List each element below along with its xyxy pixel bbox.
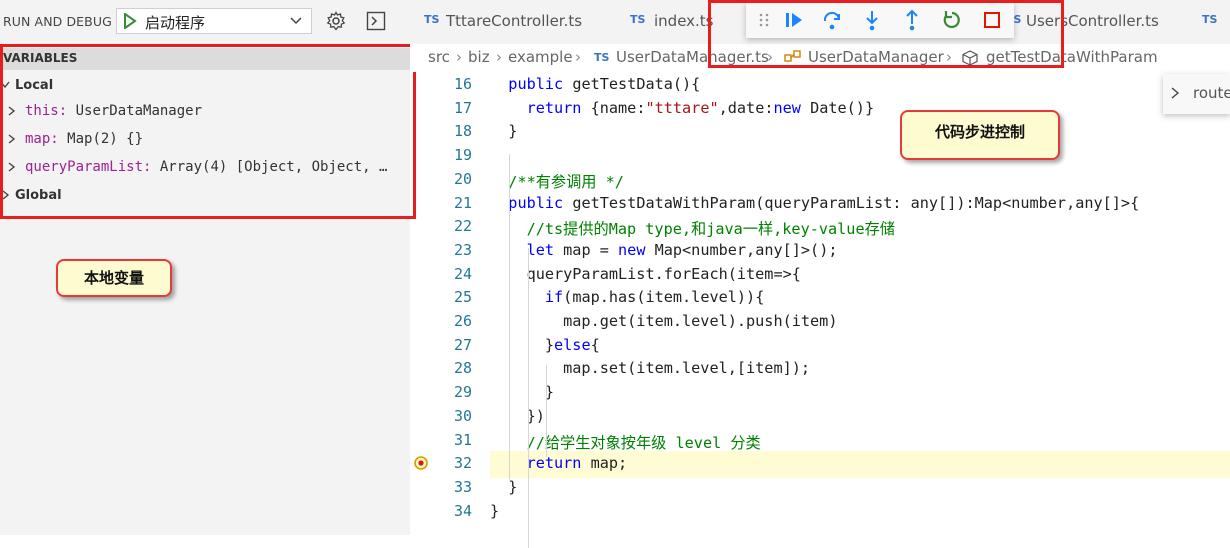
launch-config-select[interactable]: 启动程序 [116, 8, 312, 34]
line-number[interactable]: 16 [432, 75, 472, 93]
annotation-step-control: 代码步进控制 [900, 110, 1060, 160]
line-number[interactable]: 34 [432, 502, 472, 520]
code-line[interactable]: } [490, 499, 1230, 526]
code-line[interactable]: }) [490, 404, 1230, 431]
debug-title: RUN AND DEBUG [3, 14, 112, 29]
code-line[interactable]: queryParamList.forEach(item=>{ [490, 262, 1230, 289]
code-line[interactable]: map.set(item.level,[item]); [490, 356, 1230, 383]
step-controls-highlight [708, 0, 1064, 68]
debug-console-icon[interactable] [366, 11, 386, 31]
debug-header: RUN AND DEBUG 启动程序 [0, 0, 410, 42]
chevron-down-icon [290, 17, 302, 25]
line-number[interactable]: 20 [432, 170, 472, 188]
code-line[interactable]: }else{ [490, 333, 1230, 360]
typescript-icon: TS [594, 51, 610, 64]
typescript-icon: TS [1202, 13, 1218, 26]
code-line[interactable]: return map; [490, 451, 1230, 478]
indent-guide [527, 248, 529, 548]
chevron-right-icon: › [575, 48, 581, 66]
code-line[interactable]: public getTestDataWithParam(queryParamLi… [490, 191, 1230, 218]
chevron-right-icon: › [456, 48, 462, 66]
local-variables-highlight [0, 44, 416, 219]
line-number[interactable]: 26 [432, 312, 472, 330]
tab-tttare-controller[interactable]: TS TttareController.ts [424, 0, 620, 44]
line-number[interactable]: 18 [432, 122, 472, 140]
tab-label: TttareController.ts [446, 12, 583, 30]
code-line[interactable]: if(map.has(item.level)){ [490, 285, 1230, 312]
line-number[interactable]: 32 [432, 454, 472, 472]
code-line[interactable] [490, 143, 1230, 170]
line-number[interactable]: 22 [432, 217, 472, 235]
line-number[interactable]: 33 [432, 478, 472, 496]
line-number[interactable]: 29 [432, 383, 472, 401]
start-debug-icon[interactable] [123, 13, 137, 29]
breadcrumb-item[interactable]: example [508, 48, 573, 66]
gear-icon[interactable] [326, 11, 346, 31]
peek-label: route [1193, 84, 1230, 102]
line-number[interactable]: 30 [432, 407, 472, 425]
code-line[interactable]: public getTestData(){ [490, 72, 1230, 99]
line-number[interactable]: 28 [432, 359, 472, 377]
line-number[interactable]: 27 [432, 336, 472, 354]
code-line[interactable]: map.get(item.level).push(item) [490, 309, 1230, 336]
launch-config-label: 启动程序 [145, 14, 206, 32]
chevron-right-icon [1171, 87, 1180, 99]
tab-label: index.ts [654, 12, 714, 30]
chevron-right-icon: › [496, 48, 502, 66]
peek-widget[interactable]: route [1163, 74, 1230, 114]
line-number[interactable]: 25 [432, 288, 472, 306]
line-number[interactable]: 17 [432, 99, 472, 117]
typescript-icon: TS [630, 13, 646, 26]
current-line-breakpoint-icon[interactable] [413, 455, 429, 471]
line-number[interactable]: 24 [432, 265, 472, 283]
code-line[interactable]: let map = new Map<number,any[]>(); [490, 238, 1230, 265]
line-number[interactable]: 31 [432, 431, 472, 449]
code-editor[interactable]: public getTestData(){ return {name:"ttta… [490, 72, 1230, 548]
code-line[interactable]: return {name:"tttare",date:new Date()} [490, 96, 1230, 123]
code-line[interactable]: } [490, 119, 1230, 146]
code-line[interactable]: //给学生对象按年级 level 分类 [490, 428, 1230, 455]
annotation-local-variables: 本地变量 [56, 259, 172, 297]
line-number[interactable]: 21 [432, 194, 472, 212]
code-line[interactable]: /**有参调用 */ [490, 167, 1230, 194]
breadcrumb-item[interactable]: src [428, 48, 450, 66]
code-line[interactable]: } [490, 380, 1230, 407]
typescript-icon: TS [424, 13, 440, 26]
tab-overflow[interactable]: TS [1202, 0, 1230, 44]
line-number[interactable]: 23 [432, 241, 472, 259]
indent-guide [509, 154, 511, 480]
line-number[interactable]: 19 [432, 146, 472, 164]
indent-guide [545, 365, 547, 457]
code-line[interactable]: } [490, 475, 1230, 502]
breadcrumb-item[interactable]: biz [468, 48, 490, 66]
code-line[interactable]: //ts提供的Map type,和java一样,key-value存储 [490, 214, 1230, 241]
